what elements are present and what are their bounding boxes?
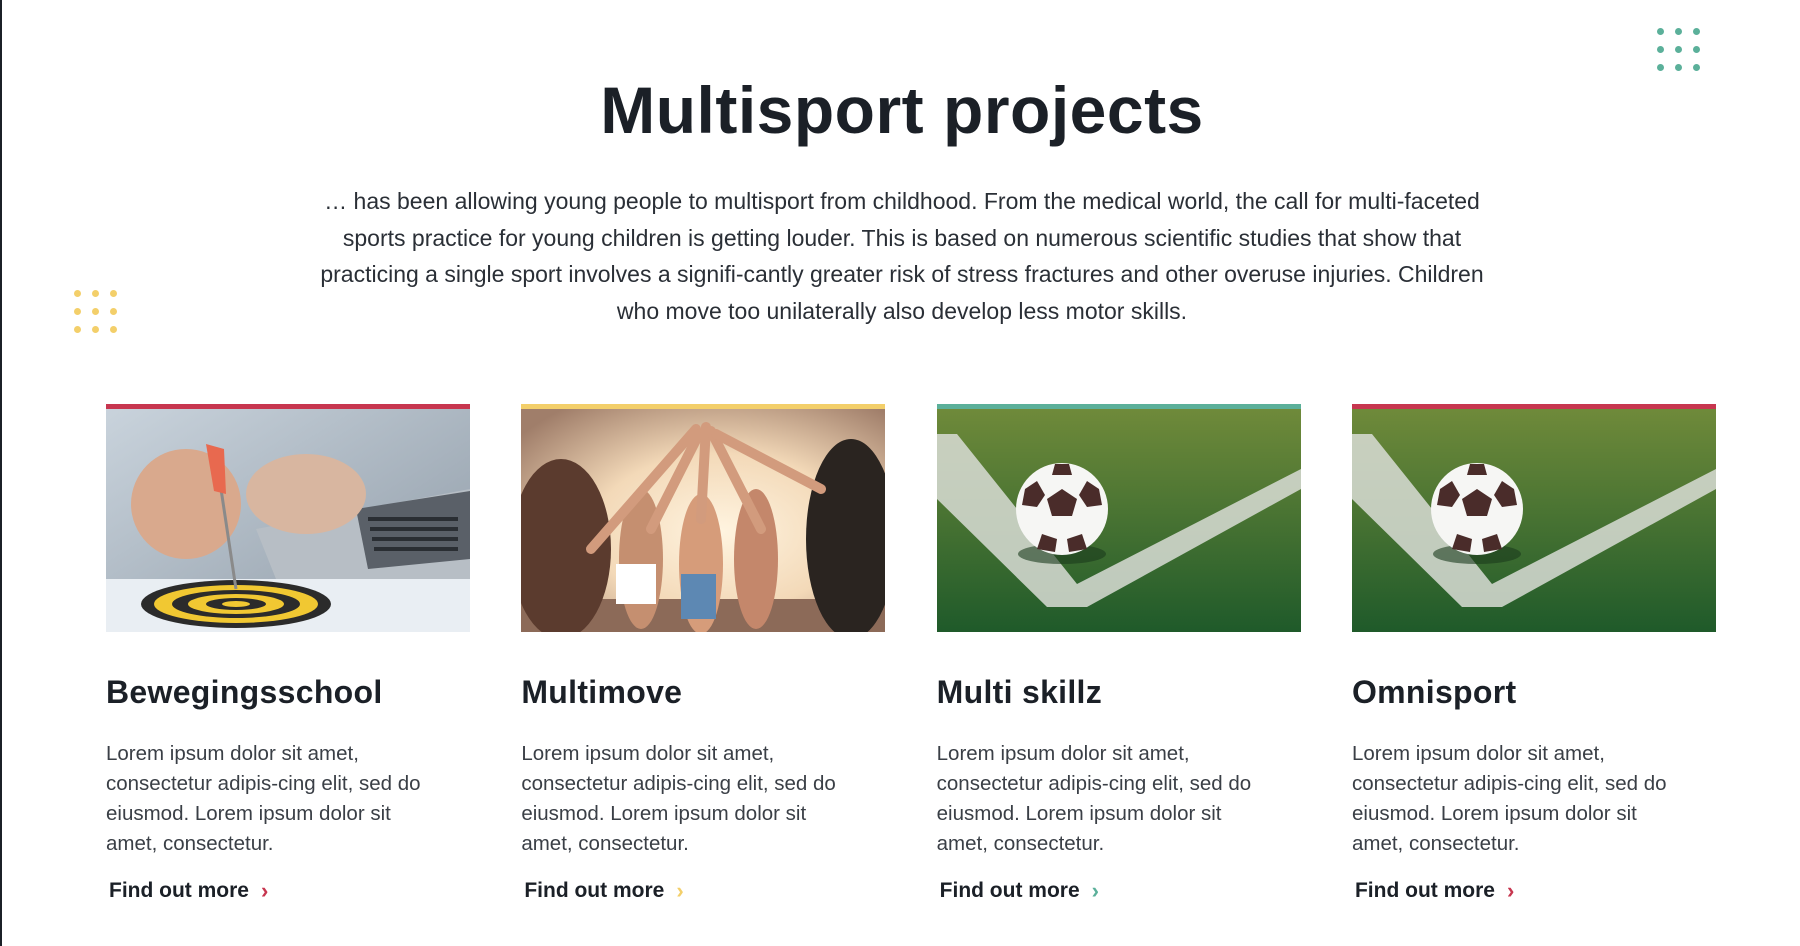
team-high-five-photo [521,409,886,632]
card-image-soccer-ball[interactable] [1351,404,1716,632]
card-description: Lorem ipsum dolor sit amet, consectetur … [1351,742,1667,855]
soccer-ball-pitch-photo [1351,409,1716,632]
chevron-right-icon: › [261,878,269,903]
link-label: Find out more [1354,879,1495,902]
project-cards: Bewegingsschool Lorem ipsum dolor sit am… [106,404,1716,903]
project-card-multimove: Multimove Lorem ipsum dolor sit amet, co… [521,404,886,903]
card-image-high-five[interactable] [521,404,886,632]
dart-target-laptop-photo [106,409,470,632]
project-card-bewegingsschool: Bewegingsschool Lorem ipsum dolor sit am… [106,404,470,903]
card-title: Omnisport [1351,674,1517,710]
find-out-more-link[interactable]: Find out more › [1355,879,1514,903]
project-card-multi-skillz: Multi skillz Lorem ipsum dolor sit amet,… [936,404,1301,903]
card-title: Multi skillz [936,674,1103,710]
card-title: Bewegingsschool [106,674,383,710]
find-out-more-link[interactable]: Find out more › [109,879,268,903]
yellow-dot-grid-decoration [74,290,117,333]
page-title: Multisport projects [600,73,1204,147]
find-out-more-link[interactable]: Find out more › [940,879,1099,903]
chevron-right-icon: › [1506,878,1515,903]
link-label: Find out more [939,879,1080,902]
card-description: Lorem ipsum dolor sit amet, consectetur … [936,742,1252,855]
chevron-right-icon: › [676,878,684,903]
card-image-dart-target[interactable] [106,404,470,632]
link-label: Find out more [524,879,665,902]
link-label: Find out more [109,879,249,902]
page: Multisport projects … has been allowing … [0,0,1800,946]
card-description: Lorem ipsum dolor sit amet, consectetur … [521,742,836,855]
card-title: Multimove [521,674,683,710]
chevron-right-icon: › [1091,878,1099,903]
project-card-omnisport: Omnisport Lorem ipsum dolor sit amet, co… [1351,404,1716,903]
intro-paragraph: … has been allowing young people to mult… [320,188,1484,324]
find-out-more-link[interactable]: Find out more › [524,879,683,903]
card-description: Lorem ipsum dolor sit amet, consectetur … [106,742,421,855]
soccer-ball-pitch-photo [936,409,1301,632]
teal-dot-grid-decoration [1657,28,1700,71]
card-image-soccer-ball[interactable] [936,404,1301,632]
